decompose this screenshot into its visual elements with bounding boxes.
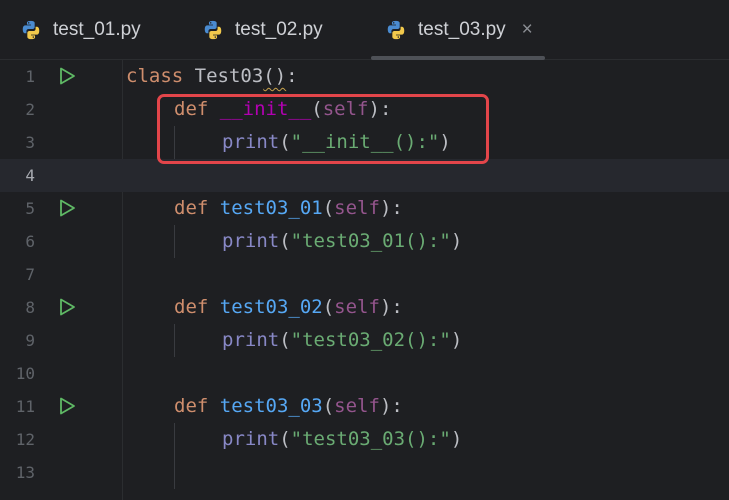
tab-label: test_02.py [235,18,323,40]
run-icon[interactable] [57,66,77,86]
code-token: self [334,197,380,219]
code-token: self [334,395,380,417]
code-token: ( [322,395,335,417]
code-token: ): [379,197,403,219]
tab-test-01[interactable]: test_01.py [20,0,141,59]
line-number: 7 [25,265,35,284]
code-text: def test03_02(self): [174,291,403,324]
line-number: 1 [25,67,35,86]
code-token: : [286,65,298,87]
code-token: ) [450,230,463,252]
code-token: self [334,296,380,318]
line-number: 3 [25,133,35,152]
code-token: Test03 [194,65,264,87]
indent-guide [174,324,175,357]
python-icon [20,19,42,41]
python-icon [385,19,407,41]
python-icon [202,19,224,41]
code-token: "test03_01():" [290,230,451,252]
code-token: ( [279,428,291,450]
code-token: def [174,395,220,417]
code-token: () [263,65,287,87]
code-token: "test03_02():" [290,329,451,351]
code-token: def [174,296,220,318]
indent-guide [174,423,175,489]
code-token: ( [322,296,335,318]
line-number: 13 [15,463,35,482]
run-icon[interactable] [57,198,77,218]
line-number: 10 [15,364,35,383]
tab-test-03[interactable]: test_03.py × [371,0,545,60]
run-icon[interactable] [57,396,77,416]
code-text: print("test03_01():") [222,225,462,258]
code-line[interactable]: 11 def test03_03(self): [0,390,729,423]
line-number: 11 [15,397,35,416]
highlight-box [157,94,489,164]
code-text: class Test03(): [126,60,298,93]
code-token: test03_01 [219,197,323,219]
code-line[interactable]: 8 def test03_02(self): [0,291,729,324]
code-text: def test03_03(self): [174,390,403,423]
code-text: print("test03_02():") [222,324,462,357]
code-token: ): [379,296,403,318]
code-token: test03_02 [219,296,323,318]
line-number: 5 [25,199,35,218]
code-token: ( [279,329,291,351]
indent-guide [174,225,175,258]
editor-tab-bar: test_01.py test_02.py test_03.py × [0,0,729,60]
line-number: 2 [25,100,35,119]
run-icon[interactable] [57,297,77,317]
code-text: def test03_01(self): [174,192,403,225]
code-token: ) [450,428,463,450]
code-token: class [126,65,195,87]
code-token: def [174,197,220,219]
line-number: 4 [25,166,35,185]
code-line[interactable]: 9 print("test03_02():") [0,324,729,357]
code-line[interactable]: 13 [0,456,729,489]
code-token: ( [279,230,291,252]
line-number: 12 [15,430,35,449]
code-token: print [222,329,280,351]
code-line[interactable]: 5 def test03_01(self): [0,192,729,225]
code-token: print [222,230,280,252]
code-line[interactable]: 12 print("test03_03():") [0,423,729,456]
code-token: "test03_03():" [290,428,451,450]
code-line[interactable]: 7 [0,258,729,291]
code-token: ): [379,395,403,417]
tab-label: test_03.py [418,18,506,40]
line-number: 8 [25,298,35,317]
code-token: ) [450,329,463,351]
tab-label: test_01.py [53,18,141,40]
code-text: print("test03_03():") [222,423,462,456]
line-number: 9 [25,331,35,350]
code-line[interactable]: 6 print("test03_01():") [0,225,729,258]
code-token: ( [322,197,335,219]
code-editor[interactable]: 1 class Test03(): 2 def __init__(self): 3 pri… [0,60,729,500]
code-token: print [222,428,280,450]
close-tab-icon[interactable]: × [522,20,533,39]
code-line[interactable]: 10 [0,357,729,390]
code-token: test03_03 [219,395,323,417]
code-line[interactable]: 1 class Test03(): [0,60,729,93]
tab-test-02[interactable]: test_02.py [202,0,323,59]
line-number: 6 [25,232,35,251]
